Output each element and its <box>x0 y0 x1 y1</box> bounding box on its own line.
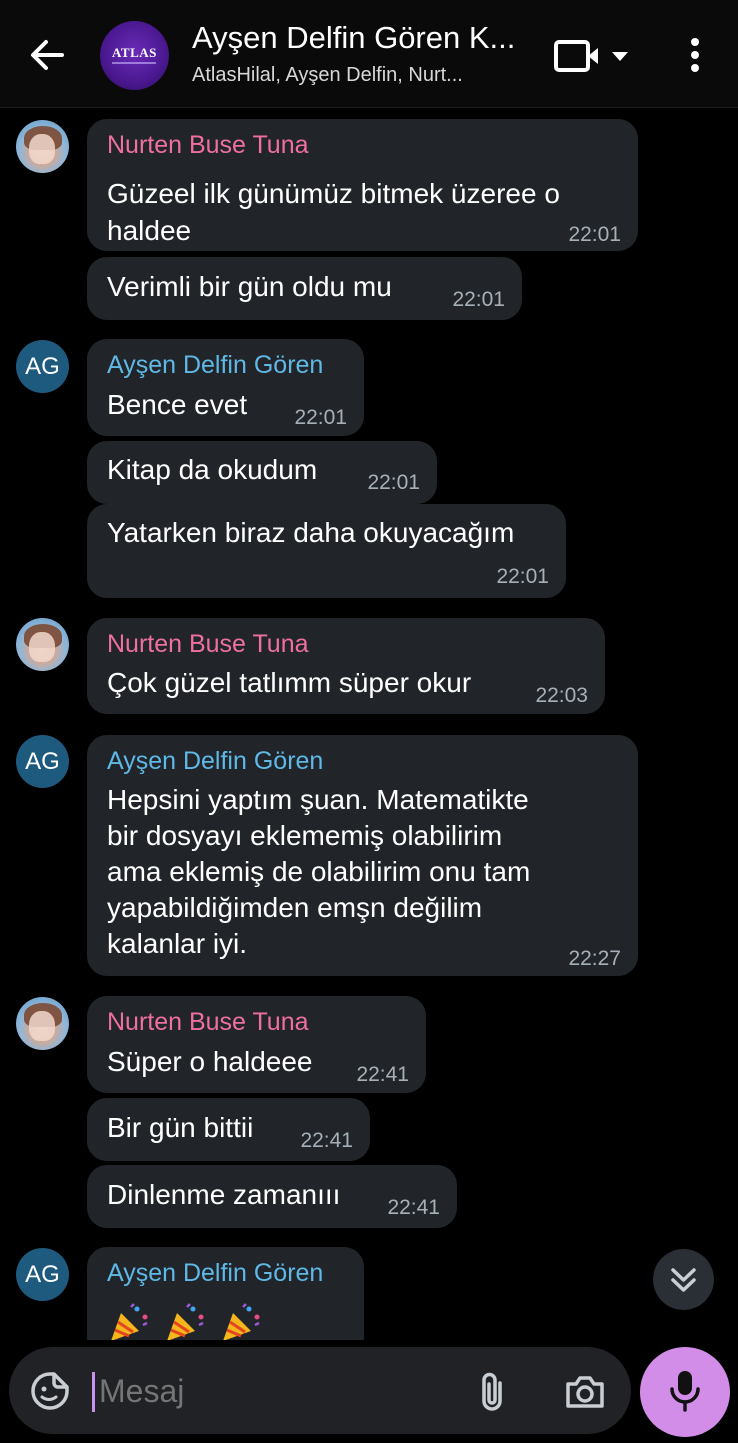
chat-members[interactable]: AtlasHilal, Ayşen Delfin, Nurt... <box>192 64 517 87</box>
sender-name: Ayşen Delfin Gören <box>107 747 324 775</box>
party-popper-icon <box>167 1303 204 1340</box>
message-time: 22:01 <box>568 223 621 246</box>
group-logo-text: ATLAS <box>112 45 157 60</box>
message-time: 22:01 <box>452 288 505 311</box>
sticker-icon[interactable] <box>30 1371 70 1411</box>
sender-avatar[interactable] <box>16 997 69 1050</box>
message-text: Çok güzel tatlımm süper okur <box>107 667 472 698</box>
message-text: bir dosyayı eklememiş olabilirim <box>107 820 503 851</box>
message-bubble[interactable]: Nurten Buse Tuna Çok güzel tatlımm süper… <box>87 618 605 714</box>
message-time: 22:01 <box>367 471 420 494</box>
message-composer <box>9 1347 631 1434</box>
message-list[interactable]: Nurten Buse Tuna Güzeel ilk günümüz bitm… <box>0 108 738 1340</box>
message-time: 22:27 <box>568 947 621 970</box>
sender-avatar[interactable]: AG <box>16 1248 69 1301</box>
message-bubble[interactable]: Kitap da okudum 22:01 <box>87 441 437 504</box>
logo-underline <box>112 62 156 64</box>
sender-name: Nurten Buse Tuna <box>107 630 309 658</box>
video-call-icon[interactable] <box>552 36 636 76</box>
emoji-row <box>107 1301 263 1340</box>
message-text: Güzeel ilk günümüz bitmek üzeree o <box>107 178 560 209</box>
sender-avatar[interactable]: AG <box>16 340 69 393</box>
sender-avatar[interactable] <box>16 618 69 671</box>
message-time: 22:41 <box>387 1196 440 1219</box>
message-bubble[interactable]: Nurten Buse Tuna Güzeel ilk günümüz bitm… <box>87 119 638 251</box>
scroll-down-icon <box>671 1268 696 1292</box>
group-avatar[interactable]: ATLAS <box>100 21 169 90</box>
chat-header: ATLAS Ayşen Delfin Gören K... AtlasHilal… <box>0 0 738 108</box>
message-bubble[interactable]: Verimli bir gün oldu mu 22:01 <box>87 257 522 320</box>
message-bubble[interactable]: Ayşen Delfin Gören Bence evet 22:01 <box>87 339 364 436</box>
message-input[interactable] <box>99 1369 419 1413</box>
sender-avatar[interactable]: AG <box>16 735 69 788</box>
message-time: 22:41 <box>300 1129 353 1152</box>
message-time: 22:41 <box>356 1063 409 1086</box>
message-bubble[interactable]: Bir gün bittii 22:41 <box>87 1098 370 1161</box>
message-text: ama eklemiş de olabilirim onu tam <box>107 856 531 887</box>
message-bubble[interactable]: Ayşen Delfin Gören <box>87 1247 364 1340</box>
message-text: yapabildiğimden emşn değilim <box>107 892 483 923</box>
more-vert-icon[interactable] <box>682 34 708 76</box>
back-arrow-icon[interactable] <box>26 34 68 76</box>
chat-title[interactable]: Ayşen Delfin Gören K... <box>192 20 532 56</box>
message-time: 22:01 <box>294 406 347 429</box>
message-text: Hepsini yaptım şuan. Matematikte <box>107 784 529 815</box>
sender-name: Nurten Buse Tuna <box>107 131 309 159</box>
message-text: haldee <box>107 215 192 246</box>
message-text: Kitap da okudum <box>107 454 318 485</box>
message-bubble[interactable]: Nurten Buse Tuna Süper o haldeee 22:41 <box>87 996 426 1093</box>
message-text: kalanlar iyi. <box>107 928 248 959</box>
microphone-icon <box>670 1371 700 1412</box>
message-bubble[interactable]: Dinlenme zamanııı 22:41 <box>87 1165 457 1228</box>
message-time: 22:03 <box>535 684 588 707</box>
message-text: Verimli bir gün oldu mu <box>107 271 392 302</box>
dropdown-caret-icon <box>612 52 628 61</box>
scroll-to-bottom-button[interactable] <box>653 1249 714 1310</box>
message-bubble[interactable]: Yatarken biraz daha okuyacağım 22:01 <box>87 504 566 598</box>
text-cursor <box>92 1372 95 1412</box>
camera-icon[interactable] <box>564 1372 606 1410</box>
message-text: Dinlenme zamanııı <box>107 1179 341 1210</box>
party-popper-icon <box>111 1303 148 1340</box>
sender-avatar[interactable] <box>16 120 69 173</box>
message-text: Yatarken biraz daha okuyacağım <box>107 517 515 548</box>
party-popper-icon <box>223 1303 260 1340</box>
sender-name: Ayşen Delfin Gören <box>107 1259 324 1287</box>
message-text: Bir gün bittii <box>107 1112 254 1143</box>
message-text: Süper o haldeee <box>107 1046 313 1077</box>
message-text: Bence evet <box>107 389 248 420</box>
voice-record-button[interactable] <box>640 1347 730 1437</box>
paperclip-icon[interactable] <box>475 1371 509 1413</box>
sender-name: Ayşen Delfin Gören <box>107 351 324 379</box>
message-bubble[interactable]: Ayşen Delfin Gören Hepsini yaptım şuan. … <box>87 735 638 976</box>
message-time: 22:01 <box>496 565 549 588</box>
sender-name: Nurten Buse Tuna <box>107 1008 309 1036</box>
